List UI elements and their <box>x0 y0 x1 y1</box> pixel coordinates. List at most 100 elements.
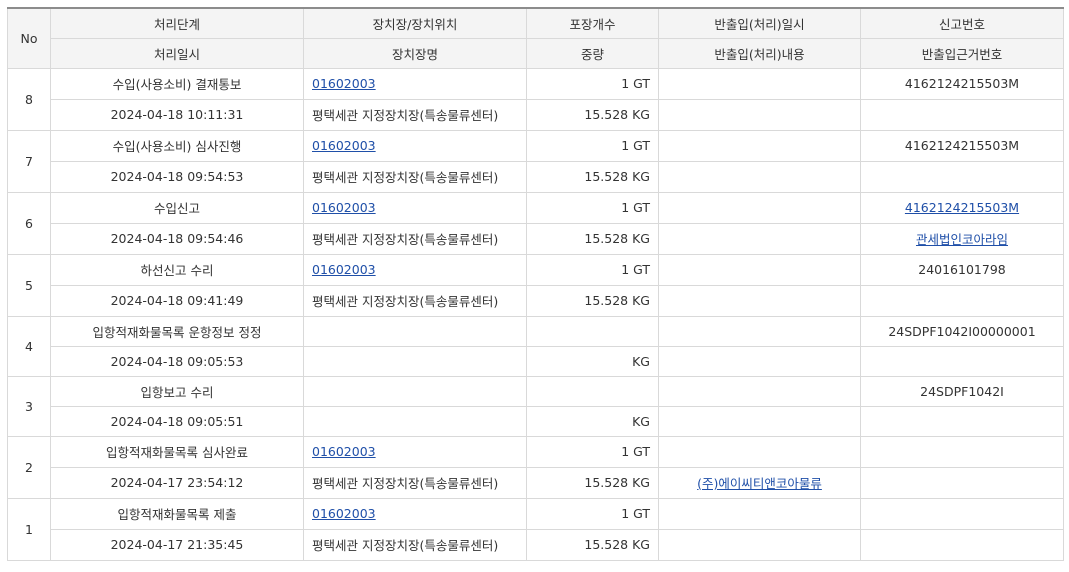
process-step: 입항적재화물목록 운항정보 정정 <box>50 315 304 347</box>
package-count <box>526 375 659 407</box>
process-step-text: 입항적재화물목록 심사완료 <box>106 445 248 460</box>
location-code <box>303 375 527 407</box>
process-step-text: 입항적재화물목록 제출 <box>117 507 237 522</box>
inout-time <box>658 129 861 162</box>
package-count-text: 1 GT <box>621 76 650 91</box>
location-code-link[interactable]: 01602003 <box>312 200 376 215</box>
process-time-text: 2024-04-18 10:11:31 <box>110 107 244 122</box>
location-code: 01602003 <box>303 435 527 468</box>
header-process-time: 처리일시 <box>50 37 304 69</box>
weight: 15.528 KG <box>526 160 659 193</box>
process-step-text: 수입(사용소비) 심사진행 <box>112 139 242 154</box>
basis-no: 관세법인코아라임 <box>860 222 1064 255</box>
process-step: 입항보고 수리 <box>50 375 304 407</box>
process-step: 하선신고 수리 <box>50 253 304 286</box>
package-count <box>526 315 659 347</box>
declaration-no: 4162124215503M <box>860 191 1064 224</box>
declaration-no-text: 24SDPF1042I00000001 <box>888 323 1036 339</box>
location-code: 01602003 <box>303 253 527 286</box>
inout-time <box>658 497 861 530</box>
table-row: 2024-04-18 09:54:46 평택세관 지정장치장(특송물류센터) 15.… <box>8 222 1064 255</box>
inout-content-link[interactable]: (주)에이씨티앤코아물류 <box>697 476 822 491</box>
header-inout-time: 반출입(처리)일시 <box>658 7 861 39</box>
process-step: 수입(사용소비) 결재통보 <box>50 67 304 100</box>
declaration-no <box>860 497 1064 530</box>
process-step: 수입(사용소비) 심사진행 <box>50 129 304 162</box>
location-code-link[interactable]: 01602003 <box>312 506 376 521</box>
process-time-text: 2024-04-17 23:54:12 <box>110 475 244 490</box>
weight: 15.528 KG <box>526 528 659 561</box>
location-code-link[interactable]: 01602003 <box>312 262 376 277</box>
table-row: 4 입항적재화물목록 운항정보 정정 24SDPF1042I00000001 <box>7 315 1064 377</box>
process-step: 입항적재화물목록 심사완료 <box>50 435 304 468</box>
table-row: 2 입항적재화물목록 심사완료 01602003 1 GT <box>7 435 1064 499</box>
inout-content <box>658 528 861 561</box>
table-row: 2024-04-18 09:05:53 KG <box>8 345 1064 377</box>
header-inout-content: 반출입(처리)내용 <box>658 37 861 69</box>
declaration-no-text: 24016101798 <box>918 262 1006 277</box>
declaration-no-link[interactable]: 4162124215503M <box>905 200 1019 215</box>
inout-time <box>658 67 861 100</box>
process-time-text: 2024-04-18 09:54:53 <box>110 169 244 184</box>
location-code-link[interactable]: 01602003 <box>312 138 376 153</box>
process-step-text: 입항보고 수리 <box>140 384 214 400</box>
location-name-text: 평택세관 지정장치장(특송물류센터) <box>312 108 499 123</box>
location-code-link[interactable]: 01602003 <box>312 444 376 459</box>
weight-text: 15.528 KG <box>584 169 650 184</box>
table-row: 5 하선신고 수리 01602003 1 GT 24016101798 <box>7 253 1064 317</box>
table-row: 2024-04-17 21:35:45 평택세관 지정장치장(특송물류센터) 15.… <box>8 528 1064 561</box>
process-step: 수입신고 <box>50 191 304 224</box>
weight: KG <box>526 405 659 437</box>
location-code <box>303 315 527 347</box>
row-number: 6 <box>7 191 51 255</box>
location-name: 평택세관 지정장치장(특송물류센터) <box>303 222 527 255</box>
weight: 15.528 KG <box>526 222 659 255</box>
basis-no <box>860 284 1064 317</box>
process-time: 2024-04-18 09:05:53 <box>50 345 304 377</box>
weight-text: 15.528 KG <box>584 475 650 490</box>
header-weight: 중량 <box>526 37 659 69</box>
weight-text: 15.528 KG <box>584 231 650 246</box>
table-body: 8 수입(사용소비) 결재통보 01602003 1 GT 4162124215503M… <box>7 67 1064 561</box>
process-time: 2024-04-17 23:54:12 <box>50 466 304 499</box>
row-number: 4 <box>7 315 51 377</box>
table-row: 6 수입신고 01602003 1 GT 4162124215503M <box>7 191 1064 255</box>
header-location-name: 장치장명 <box>303 37 527 69</box>
inout-time <box>658 253 861 286</box>
basis-no-link[interactable]: 관세법인코아라임 <box>916 232 1008 247</box>
row-number: 3 <box>7 375 51 437</box>
location-name: 평택세관 지정장치장(특송물류센터) <box>303 98 527 131</box>
location-name: 평택세관 지정장치장(특송물류센터) <box>303 466 527 499</box>
declaration-no: 24016101798 <box>860 253 1064 286</box>
process-time: 2024-04-18 09:54:53 <box>50 160 304 193</box>
process-time: 2024-04-18 09:54:46 <box>50 222 304 255</box>
basis-no <box>860 160 1064 193</box>
header-row-1: No 처리단계 장치장/장치위치 포장개수 반출입(처리)일시 신고번호 <box>7 7 1064 69</box>
weight: 15.528 KG <box>526 466 659 499</box>
package-count-text: 1 GT <box>621 262 650 277</box>
declaration-no: 24SDPF1042I <box>860 375 1064 407</box>
package-count: 1 GT <box>526 497 659 530</box>
table-row: 2024-04-18 09:54:53 평택세관 지정장치장(특송물류센터) 15.… <box>8 160 1064 193</box>
location-name <box>303 405 527 437</box>
inout-time <box>658 315 861 347</box>
package-count: 1 GT <box>526 129 659 162</box>
table-row: 2024-04-17 23:54:12 평택세관 지정장치장(특송물류센터) 15.… <box>8 466 1064 499</box>
declaration-no <box>860 435 1064 468</box>
location-name-text: 평택세관 지정장치장(특송물류센터) <box>312 538 499 553</box>
process-time-text: 2024-04-18 09:41:49 <box>110 293 244 308</box>
location-code: 01602003 <box>303 67 527 100</box>
process-time-text: 2024-04-18 09:54:46 <box>110 231 244 246</box>
location-code-link[interactable]: 01602003 <box>312 76 376 91</box>
inout-time <box>658 435 861 468</box>
location-name-text: 평택세관 지정장치장(특송물류센터) <box>312 476 499 491</box>
table-row: 2024-04-18 10:11:31 평택세관 지정장치장(특송물류센터) 15.… <box>8 98 1064 131</box>
process-time: 2024-04-18 09:05:51 <box>50 405 304 437</box>
location-code: 01602003 <box>303 129 527 162</box>
table-row: 2024-04-18 09:05:51 KG <box>8 405 1064 437</box>
inout-content <box>658 345 861 377</box>
row-number: 7 <box>7 129 51 193</box>
process-step: 입항적재화물목록 제출 <box>50 497 304 530</box>
location-name: 평택세관 지정장치장(특송물류센터) <box>303 284 527 317</box>
declaration-no: 24SDPF1042I00000001 <box>860 315 1064 347</box>
